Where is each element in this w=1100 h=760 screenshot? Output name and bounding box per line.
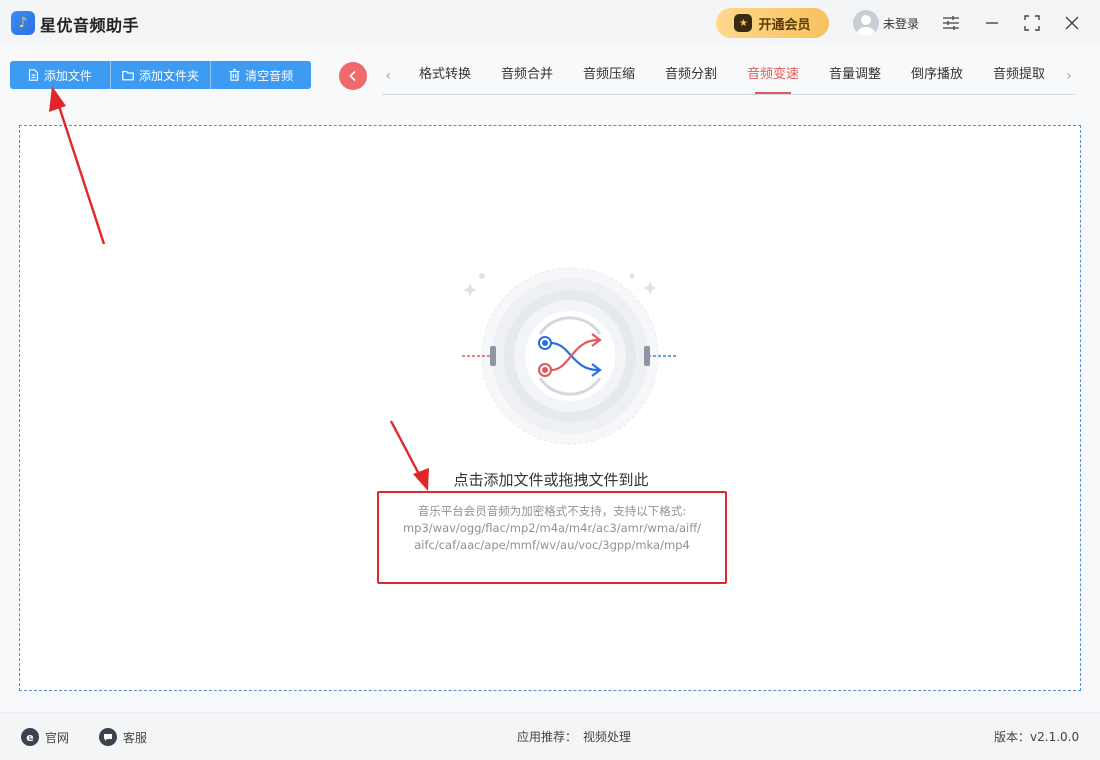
close-icon[interactable] xyxy=(1060,11,1084,35)
tab-audio-merge[interactable]: 音频合并 xyxy=(486,60,568,94)
collapse-back-button[interactable] xyxy=(339,62,367,90)
music-note-icon: ♪ xyxy=(18,15,28,31)
file-icon xyxy=(28,69,38,81)
tab-audio-compress[interactable]: 音频压缩 xyxy=(568,60,650,94)
tab-audio-split[interactable]: 音频分割 xyxy=(650,60,732,94)
supported-formats-box: 音乐平台会员音频为加密格式不支持，支持以下格式: mp3/wav/ogg/fla… xyxy=(377,491,727,584)
support-label: 客服 xyxy=(123,730,148,745)
tab-volume-adjust[interactable]: 音量调整 xyxy=(814,60,896,94)
app-logo: ♪ xyxy=(11,11,35,35)
title-bar: ♪ 星优音频助手 ★ 开通会员 未登录 xyxy=(0,0,1100,46)
file-button-group: 添加文件 添加文件夹 清空音频 xyxy=(10,61,311,89)
tab-format-convert[interactable]: 格式转换 xyxy=(404,60,486,94)
video-process-link[interactable]: 视频处理 xyxy=(583,728,631,745)
tab-audio-extract[interactable]: 音频提取 xyxy=(978,60,1060,94)
maximize-icon[interactable] xyxy=(1020,11,1044,35)
file-drop-zone[interactable]: 点击添加文件或拖拽文件到此 音乐平台会员音频为加密格式不支持，支持以下格式: m… xyxy=(19,125,1081,691)
version-prefix: 版本： xyxy=(994,730,1031,744)
avatar[interactable] xyxy=(853,10,879,36)
tab-reverse-play[interactable]: 倒序播放 xyxy=(896,60,978,94)
vip-button[interactable]: ★ 开通会员 xyxy=(716,8,829,38)
crown-icon: ★ xyxy=(734,14,753,32)
support-link[interactable]: 客服 xyxy=(99,728,147,746)
version-number: v2.1.0.0 xyxy=(1030,729,1080,744)
trash-icon xyxy=(229,69,240,81)
folder-icon xyxy=(122,70,134,80)
settings-sliders-icon[interactable] xyxy=(939,11,963,35)
clear-audio-label: 清空音频 xyxy=(245,68,294,83)
minimize-icon[interactable] xyxy=(980,11,1004,35)
website-link[interactable]: e 官网 xyxy=(21,728,69,746)
add-file-label: 添加文件 xyxy=(43,68,92,83)
version-info: 版本： v2.1.0.0 xyxy=(994,728,1079,745)
audio-convert-illustration xyxy=(462,267,678,445)
app-recommendation: 应用推荐： 视频处理 xyxy=(517,728,631,745)
feature-tabs: 格式转换 音频合并 音频压缩 音频分割 音频变速 音量调整 倒序播放 音频提取 xyxy=(404,60,1060,94)
vip-label: 开通会员 xyxy=(758,17,811,33)
tabs-scroll-left-icon[interactable]: ‹ xyxy=(381,66,395,86)
drop-hint-title: 点击添加文件或拖拽文件到此 xyxy=(453,471,649,489)
tabs-scroll-right-icon[interactable]: › xyxy=(1062,66,1076,86)
tab-audio-speed[interactable]: 音频变速 xyxy=(732,60,814,94)
recommend-prefix: 应用推荐： xyxy=(517,730,578,744)
browser-e-icon: e xyxy=(21,728,39,746)
tabs-divider xyxy=(382,94,1075,95)
add-folder-label: 添加文件夹 xyxy=(139,68,200,83)
chevron-left-icon xyxy=(349,70,356,82)
add-folder-button[interactable]: 添加文件夹 xyxy=(111,61,212,89)
clear-audio-button[interactable]: 清空音频 xyxy=(211,61,311,89)
format-note: 音乐平台会员音频为加密格式不支持，支持以下格式: xyxy=(417,504,687,518)
add-file-button[interactable]: 添加文件 xyxy=(10,61,111,89)
login-status[interactable]: 未登录 xyxy=(883,15,919,32)
app-title: 星优音频助手 xyxy=(40,16,140,35)
website-label: 官网 xyxy=(45,730,70,745)
status-bar: e 官网 客服 应用推荐： 视频处理 版本： v2.1.0.0 xyxy=(0,712,1100,760)
format-list-line-1: mp3/wav/ogg/flac/mp2/m4a/m4r/ac3/amr/wma… xyxy=(402,521,702,535)
chat-bubble-icon xyxy=(99,728,117,746)
format-list-line-2: aifc/caf/aac/ape/mmf/wv/au/voc/3gpp/mka/… xyxy=(414,538,690,552)
